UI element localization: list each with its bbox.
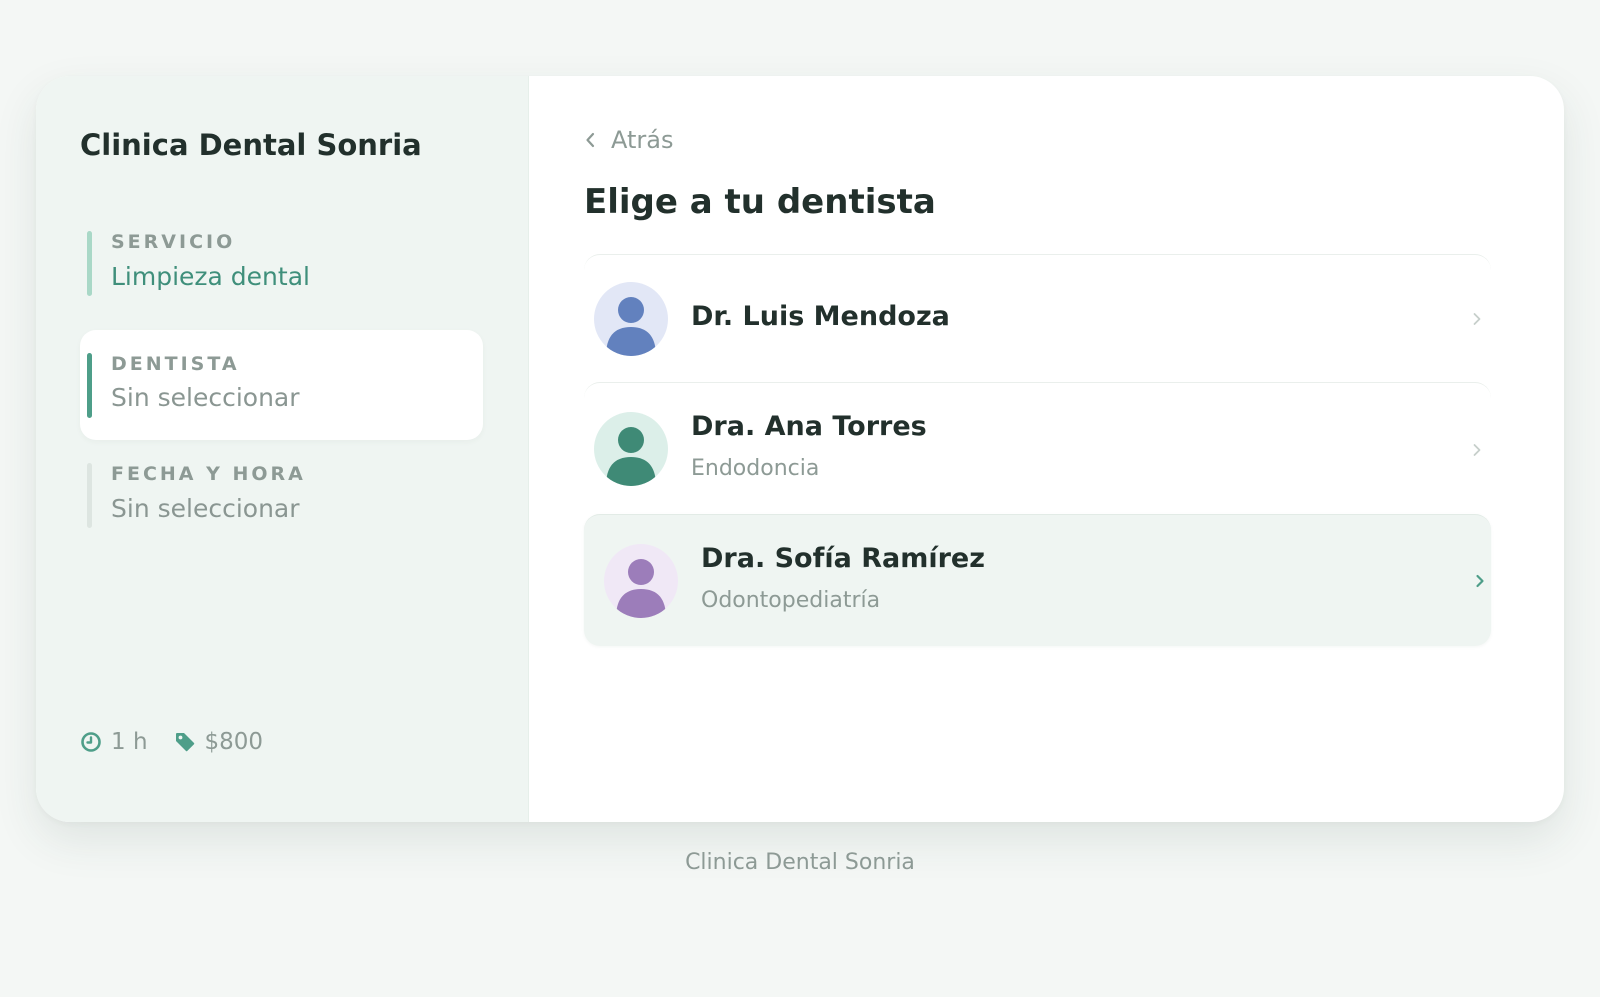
booking-card: Clinica Dental Sonria SERVICIO Limpieza … [36, 76, 1564, 822]
step-date-time-value: Sin seleccionar [111, 494, 300, 523]
dentist-name: Dr. Luis Mendoza [691, 301, 950, 332]
step-service-label: SERVICIO [111, 231, 236, 253]
dentist-option-ana-torres[interactable]: Dra. Ana Torres Endodoncia [584, 382, 1491, 514]
dentist-option-luis-mendoza[interactable]: Dr. Luis Mendoza [584, 254, 1491, 382]
dentist-name: Dra. Sofía Ramírez [701, 543, 985, 574]
booking-summary-sidebar: Clinica Dental Sonria SERVICIO Limpieza … [36, 76, 529, 822]
chevron-right-icon [1475, 573, 1485, 589]
avatar [594, 282, 668, 356]
step-dentist-value: Sin seleccionar [111, 383, 300, 412]
step-indicator-bar [87, 353, 92, 418]
dentist-selection-panel: Atrás Elige a tu dentista Dr. Luis Mendo… [529, 76, 1564, 822]
avatar [594, 412, 668, 486]
step-indicator-bar [87, 463, 92, 528]
step-indicator-bar [87, 231, 92, 296]
step-date-time[interactable]: FECHA Y HORA Sin seleccionar [80, 463, 483, 533]
chevron-left-icon [584, 130, 598, 150]
price-text: $800 [204, 729, 264, 755]
footer-text: Clinica Dental Sonria [685, 850, 915, 875]
step-dentist-label: DENTISTA [111, 353, 240, 375]
service-meta: 1 h $800 [80, 729, 263, 755]
back-button[interactable]: Atrás [584, 126, 673, 154]
chevron-right-icon [1472, 311, 1482, 327]
clinic-name: Clinica Dental Sonria [80, 128, 422, 162]
step-date-time-label: FECHA Y HORA [111, 463, 306, 485]
step-service[interactable]: SERVICIO Limpieza dental [80, 231, 483, 301]
tag-icon [174, 731, 196, 753]
page-title: Elige a tu dentista [584, 182, 936, 222]
dentist-option-sofia-ramirez[interactable]: Dra. Sofía Ramírez Odontopediatría [584, 514, 1491, 646]
step-service-value: Limpieza dental [111, 262, 310, 291]
clock-icon [80, 731, 102, 753]
dentist-specialty: Odontopediatría [701, 588, 881, 613]
dentist-name: Dra. Ana Torres [691, 411, 927, 442]
chevron-right-icon [1472, 442, 1482, 458]
back-label: Atrás [611, 126, 674, 154]
avatar [604, 544, 678, 618]
duration-text: 1 h [111, 729, 148, 755]
step-dentist[interactable]: DENTISTA Sin seleccionar [80, 330, 483, 440]
dentist-specialty: Endodoncia [691, 456, 820, 481]
